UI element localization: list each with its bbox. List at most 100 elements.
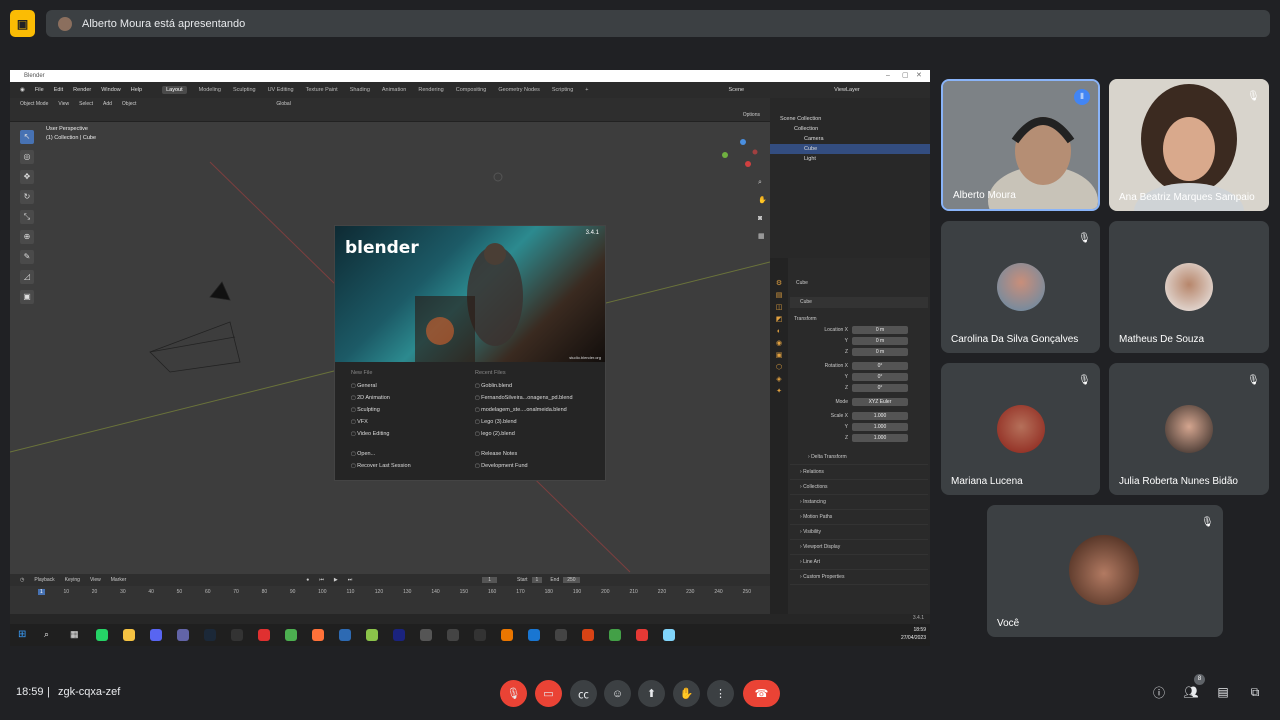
property-panel-header[interactable]: Instancing [790,495,928,510]
steam-icon[interactable] [204,629,216,641]
participant-tile[interactable]: 🎙︎ Julia Roberta Nunes Bidão [1109,363,1269,495]
search-icon[interactable]: ⌕ [44,629,56,641]
release-notes-link[interactable]: Release Notes [475,448,573,460]
property-panel-header[interactable]: Motion Paths [790,510,928,525]
discord-icon[interactable] [150,629,162,641]
keying-menu[interactable]: Keying [65,577,80,583]
property-panel-header[interactable]: Custom Properties [790,570,928,585]
recent-file[interactable]: lego (2).blend [475,428,573,440]
object-name-field[interactable]: Cube [790,297,928,308]
recent-file[interactable]: Goblin.blend [475,380,573,392]
blender-taskbar-icon[interactable] [501,629,513,641]
tab-shading[interactable]: Shading [350,87,370,93]
taskbar-clock[interactable]: 18:59 27/04/2023 [901,626,926,642]
scene-selector[interactable]: Scene [729,87,745,93]
property-panel-header[interactable]: Relations [790,465,928,480]
chrome-icon[interactable] [636,629,648,641]
recover-session-link[interactable]: Recover Last Session [351,460,411,472]
tab-rendering[interactable]: Rendering [418,87,443,93]
measure-tool-icon[interactable]: ◿ [20,270,34,284]
chrome-icon[interactable] [285,629,297,641]
minimize-icon[interactable]: – [886,70,890,82]
firefox-icon[interactable] [312,629,324,641]
zoom-icon[interactable]: ⌕ [758,174,767,192]
development-fund-link[interactable]: Development Fund [475,460,573,472]
property-panel-header[interactable]: Line Art [790,555,928,570]
new-file-video-editing[interactable]: Video Editing [351,428,411,440]
field-value[interactable]: 1.000 [852,434,908,442]
menu-file[interactable]: File [35,87,44,93]
property-panel-header[interactable]: Collections [790,480,928,495]
pan-hand-icon[interactable]: ✋ [758,192,767,210]
grid-view-icon[interactable]: ▦ [758,228,767,246]
record-icon[interactable]: ● [306,577,309,583]
app-icon[interactable] [339,629,351,641]
transform-tool-icon[interactable]: ⊕ [20,230,34,244]
recent-file[interactable]: FernandoSilveira...onagens_pd.blend [475,392,572,404]
participant-tile[interactable]: 🎙︎ Carolina Da Silva Gonçalves [941,221,1100,353]
file-explorer-icon[interactable] [123,629,135,641]
jump-start-icon[interactable]: ⏮ [319,577,324,583]
properties-tab-icons[interactable]: ⚙ ▤ ◫ ◩ ◐ ◉ ▣ ⬡ ◈ ✦ [770,278,788,398]
chrome-icon[interactable] [609,629,621,641]
app-icon[interactable] [663,629,675,641]
splash-screen[interactable]: blender 3.4.1 studio.blender.org New Fil… [334,225,606,481]
app-icon[interactable] [420,629,432,641]
menu-render[interactable]: Render [73,87,91,93]
close-icon[interactable]: ✕ [916,70,922,82]
meeting-info-button[interactable]: ⓘ [1151,684,1167,700]
teams-icon[interactable] [177,629,189,641]
object-mode-dropdown[interactable]: Object Mode [20,101,48,107]
app-icon[interactable] [555,629,567,641]
field-value[interactable]: 0 m [852,337,908,345]
blender-logo-icon[interactable]: ◉ [20,87,25,93]
playback-menu[interactable]: Playback [34,577,54,583]
tab-animation[interactable]: Animation [382,87,406,93]
tab-texture-paint[interactable]: Texture Paint [306,87,338,93]
select-menu[interactable]: Select [79,101,93,107]
scale-tool-icon[interactable]: ⤡ [20,210,34,224]
field-value[interactable]: 0° [852,362,908,370]
whatsapp-icon[interactable] [96,629,108,641]
presenting-icon[interactable]: ▣ [10,10,35,37]
tab-uv-editing[interactable]: UV Editing [268,87,294,93]
annotate-tool-icon[interactable]: ✎ [20,250,34,264]
options-dropdown[interactable]: Options [743,112,760,118]
mic-off-button[interactable]: 🎙︎ [500,680,527,707]
reactions-button[interactable]: ☺ [604,680,631,707]
property-panel-header[interactable]: Viewport Display [790,540,928,555]
select-tool-icon[interactable]: ↖ [20,130,34,144]
after-effects-icon[interactable] [393,629,405,641]
field-value[interactable]: 0° [852,384,908,392]
camera-off-button[interactable]: ▭ [535,680,562,707]
outliner-scene-collection[interactable]: Scene Collection [770,114,930,124]
tab-sculpting[interactable]: Sculpting [233,87,256,93]
cursor-tool-icon[interactable]: ◎ [20,150,34,164]
field-value[interactable]: XYZ Euler [852,398,908,406]
app-icon[interactable] [231,629,243,641]
recent-file[interactable]: modelagem_ste....onalmeida.blend [475,404,573,416]
open-file-link[interactable]: Open... [351,448,411,460]
captions-button[interactable]: ㏄ [570,680,597,707]
participant-tile[interactable]: Matheus De Souza [1109,221,1269,353]
outliner-light[interactable]: Light [770,154,930,164]
menu-edit[interactable]: Edit [54,87,63,93]
add-workspace-icon[interactable]: + [585,87,588,93]
app-icon[interactable] [447,629,459,641]
present-button[interactable]: ⬆ [638,680,665,707]
field-value[interactable]: 0° [852,373,908,381]
outliner-camera[interactable]: Camera [770,134,930,144]
tab-modeling[interactable]: Modeling [199,87,221,93]
tab-layout[interactable]: Layout [162,86,187,94]
people-button[interactable]: 👥︎ [1183,684,1199,700]
add-cube-tool-icon[interactable]: ▣ [20,290,34,304]
field-value[interactable]: 0 m [852,348,908,356]
maximize-icon[interactable]: ▢ [902,70,909,82]
new-file-vfx[interactable]: VFX [351,416,411,428]
field-value[interactable]: 1.000 [852,423,908,431]
more-options-button[interactable]: ⋮ [707,680,734,707]
outliner-cube[interactable]: Cube [770,144,930,154]
self-tile[interactable]: 🎙︎ Você [987,505,1223,637]
jump-end-icon[interactable]: ⏭ [348,577,353,583]
view-menu[interactable]: View [58,101,69,107]
